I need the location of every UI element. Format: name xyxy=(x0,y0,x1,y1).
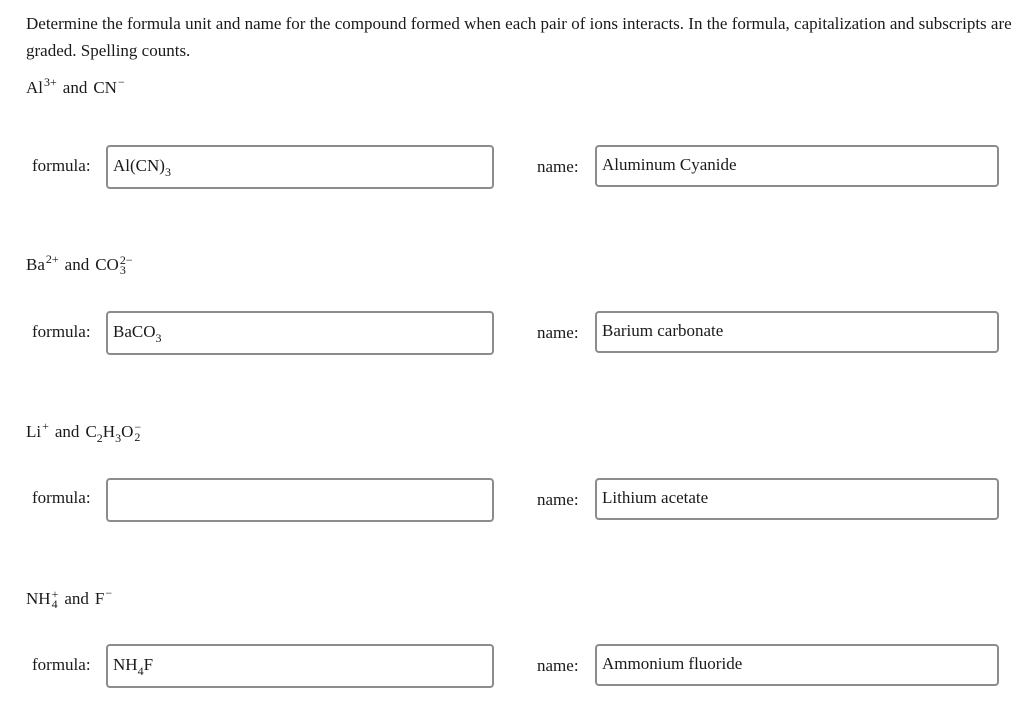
anion: CN− xyxy=(93,75,125,97)
and-text: and xyxy=(64,255,90,274)
ion-pair-4: NH +4 and F− xyxy=(26,586,113,612)
name-input-2[interactable]: Barium carbonate xyxy=(595,311,999,353)
name-input-3[interactable]: Lithium acetate xyxy=(595,478,999,520)
cation: NH +4 xyxy=(26,587,59,612)
formula-input-3[interactable] xyxy=(106,478,494,522)
and-text: and xyxy=(64,589,89,608)
name-label: name: xyxy=(537,656,579,675)
formula-input-4[interactable]: NH4F xyxy=(106,644,494,688)
ion-pair-2: Ba2+ and CO 2− 3 xyxy=(26,252,133,278)
name-input-4[interactable]: Ammonium fluoride xyxy=(595,644,999,686)
anion: CO 2− 3 xyxy=(95,253,133,278)
name-label: name: xyxy=(537,157,579,176)
formula-value: Al(CN)3 xyxy=(113,156,171,179)
anion: C2H3O −2 xyxy=(85,420,142,445)
name-value: Aluminum Cyanide xyxy=(602,155,737,174)
formula-input-1[interactable]: Al(CN)3 xyxy=(106,145,494,189)
formula-label: formula: xyxy=(32,488,91,507)
formula-label: formula: xyxy=(32,322,91,341)
formula-label: formula: xyxy=(32,655,91,674)
name-input-1[interactable]: Aluminum Cyanide xyxy=(595,145,999,187)
name-label: name: xyxy=(537,323,579,342)
ion-pair-3: Li+ and C2H3O −2 xyxy=(26,419,142,445)
formula-input-2[interactable]: BaCO3 xyxy=(106,311,494,355)
name-label: name: xyxy=(537,490,579,509)
and-text: and xyxy=(62,78,88,97)
anion: F− xyxy=(94,586,113,608)
name-value: Ammonium fluoride xyxy=(602,654,743,673)
name-value: Barium carbonate xyxy=(602,321,724,340)
cation: Al3+ xyxy=(26,75,57,97)
cation: Li+ xyxy=(26,419,49,441)
name-value: Lithium acetate xyxy=(602,488,709,507)
formula-value: NH4F xyxy=(113,655,154,678)
ion-pair-1: Al3+ and CN− xyxy=(26,75,125,98)
cation: Ba2+ xyxy=(26,252,59,274)
formula-label: formula: xyxy=(32,156,91,175)
and-text: and xyxy=(54,422,80,441)
instructions-text: Determine the formula unit and name for … xyxy=(26,14,1012,60)
formula-value: BaCO3 xyxy=(113,322,162,345)
